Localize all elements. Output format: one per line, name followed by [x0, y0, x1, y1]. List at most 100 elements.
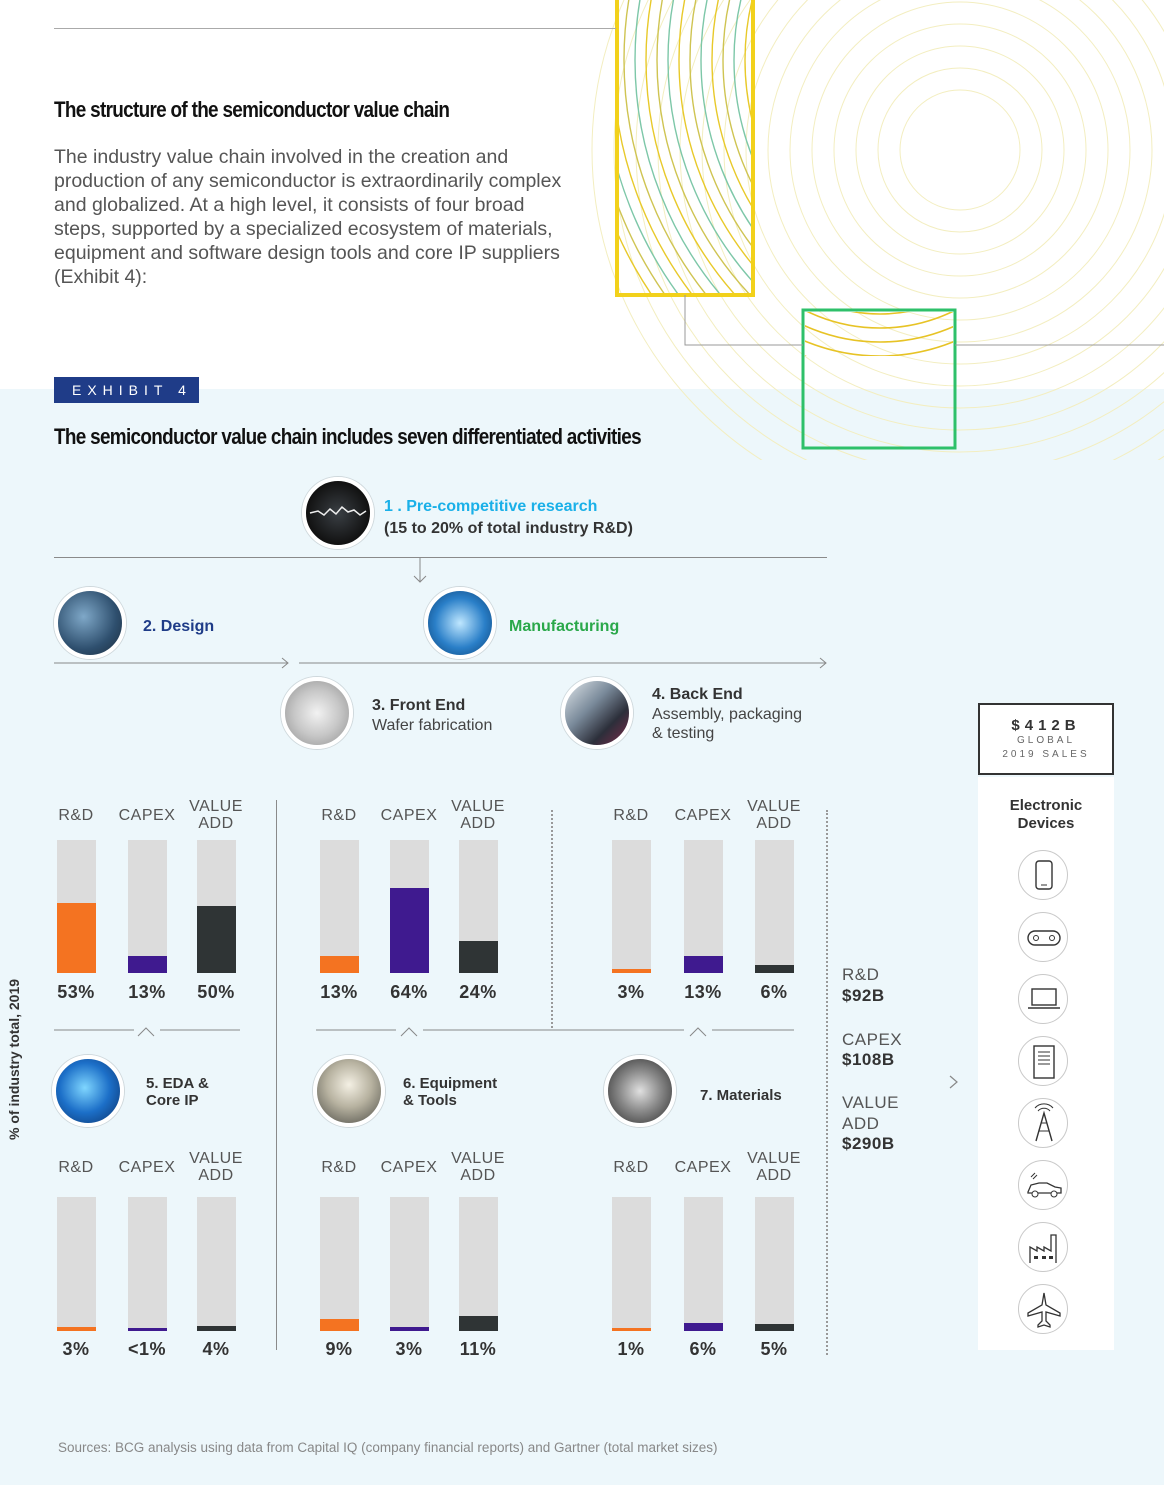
bar-value-label: 9% — [325, 1339, 353, 1359]
y-axis-label: % of industry total, 2019 — [6, 978, 22, 1140]
manufacturing-title: Manufacturing — [509, 618, 620, 635]
manufacturing-arrow — [299, 657, 827, 669]
bar-value-label: 1% — [617, 1339, 645, 1359]
design-title: 2. Design — [143, 618, 215, 635]
total-rd-label: R&D — [842, 965, 880, 984]
column-header-rd: R&D — [321, 807, 357, 824]
intro-paragraph: The industry value chain involved in the… — [54, 146, 562, 288]
bar-track — [390, 1197, 429, 1331]
bar-track — [320, 840, 359, 973]
column-header-rd: R&D — [613, 807, 649, 824]
manufacturing-image — [424, 587, 496, 659]
bar-fill — [390, 888, 429, 973]
bar-value-label: 6% — [760, 982, 788, 1002]
manufacturing-totals-separator — [826, 810, 828, 1355]
bar-value-label: 13% — [320, 982, 358, 1002]
column-header-value-add: VALUE ADD — [739, 798, 809, 832]
bar-fill — [755, 1324, 794, 1331]
column-header-line: ADD — [198, 815, 234, 832]
devices-title: Electronic Devices — [978, 797, 1114, 833]
bar-fill — [459, 941, 498, 973]
bar-fill — [612, 969, 651, 973]
bar-fill — [459, 1316, 498, 1331]
bar-value-label: 3% — [617, 982, 645, 1002]
column-header-line: ADD — [756, 1167, 792, 1184]
column-header-rd: R&D — [613, 1159, 649, 1176]
back-end-image — [561, 677, 633, 749]
bar-track — [459, 840, 498, 973]
column-header-value-add: VALUE ADD — [739, 1150, 809, 1184]
front-end-title: 3. Front End — [372, 697, 466, 714]
page-title: The structure of the semiconductor value… — [54, 97, 450, 122]
exhibit-title: The semiconductor value chain includes s… — [54, 424, 642, 449]
front-back-separator — [551, 810, 553, 1028]
column-header-rd: R&D — [58, 807, 94, 824]
column-header-line: ADD — [460, 815, 496, 832]
bar-track — [612, 840, 651, 973]
electric-car-icon — [1018, 1160, 1068, 1210]
bar-fill — [128, 1328, 167, 1331]
bar-value-label: 6% — [689, 1339, 717, 1359]
global-sales-value: $412B — [1011, 717, 1081, 734]
gamepad-icon — [1018, 912, 1068, 962]
source-note: Sources: BCG analysis using data from Ca… — [58, 1440, 718, 1455]
column-header-capex: CAPEX — [674, 1159, 732, 1176]
column-header-value-add: VALUE ADD — [181, 798, 251, 832]
down-arrow-icon — [413, 558, 427, 583]
bar-value-label: 13% — [128, 982, 166, 1002]
bar-value-label: 3% — [62, 1339, 90, 1359]
eda-title-1: 5. EDA & — [146, 1075, 209, 1092]
total-capex-value: $108B — [842, 1050, 895, 1069]
bar-value-label: 53% — [57, 982, 95, 1002]
bar-fill — [612, 1328, 651, 1331]
server-icon — [1018, 1036, 1068, 1086]
bar-value-label: 24% — [459, 982, 497, 1002]
bar-track — [755, 840, 794, 973]
airplane-icon — [1018, 1284, 1068, 1334]
column-header-capex: CAPEX — [380, 1159, 438, 1176]
global-sales-label-1: GLOBAL — [1016, 735, 1076, 746]
bar-fill — [320, 956, 359, 973]
bar-fill — [128, 956, 167, 973]
column-header-capex: CAPEX — [118, 807, 176, 824]
eda-title-2: Core IP — [146, 1092, 199, 1109]
equipment-image — [313, 1055, 385, 1127]
front-end-subtitle: Wafer fabrication — [372, 717, 493, 734]
bar-track — [320, 1197, 359, 1331]
bar-value-label: 64% — [390, 982, 428, 1002]
bar-track — [390, 840, 429, 973]
bar-track — [684, 1197, 723, 1331]
front-end-image — [281, 677, 353, 749]
bar-fill — [57, 903, 96, 973]
column-header-line: ADD — [460, 1167, 496, 1184]
bar-value-label: <1% — [127, 1339, 167, 1359]
column-header-capex: CAPEX — [118, 1159, 176, 1176]
devices-title-line-2: Devices — [1017, 815, 1075, 832]
devices-title-line-1: Electronic — [1009, 797, 1083, 814]
electronic-devices-panel: Electronic Devices — [978, 777, 1114, 1350]
bar-value-label: 11% — [459, 1339, 497, 1359]
bar-track — [128, 840, 167, 973]
column-header-line: VALUE — [451, 798, 505, 815]
bar-track — [197, 1197, 236, 1331]
factory-icon — [1018, 1222, 1068, 1272]
top-rule — [54, 28, 616, 29]
bar-track — [128, 1197, 167, 1331]
total-capex-label: CAPEX — [842, 1030, 903, 1049]
exhibit-tag: EXHIBIT 4 — [54, 377, 199, 403]
back-end-title: 4. Back End — [652, 686, 743, 703]
total-va-label-1: VALUE — [842, 1093, 899, 1112]
research-divider — [54, 557, 827, 558]
bar-track — [57, 840, 96, 973]
column-header-value-add: VALUE ADD — [443, 1150, 513, 1184]
chevron-right-icon — [949, 1075, 958, 1089]
research-title: 1 . Pre-competitive research — [384, 498, 598, 515]
equipment-title-2: & Tools — [403, 1092, 457, 1109]
bar-track — [612, 1197, 651, 1331]
bar-track — [459, 1197, 498, 1331]
smartphone-icon — [1018, 850, 1068, 900]
column-header-line: VALUE — [189, 1150, 243, 1167]
column-header-line: VALUE — [189, 798, 243, 815]
bar-fill — [684, 956, 723, 973]
materials-title: 7. Materials — [700, 1087, 782, 1104]
